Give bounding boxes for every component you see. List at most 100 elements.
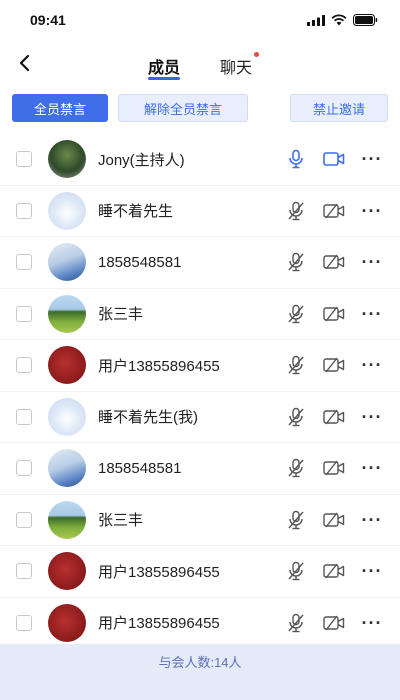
- microphone-muted-icon[interactable]: [284, 353, 308, 377]
- member-row[interactable]: 张三丰 ···: [0, 289, 400, 340]
- microphone-muted-icon[interactable]: [284, 302, 308, 326]
- status-icons: [307, 14, 378, 26]
- more-options-icon[interactable]: ···: [360, 559, 384, 583]
- member-row[interactable]: 张三丰 ···: [0, 495, 400, 546]
- microphone-icon[interactable]: [284, 147, 308, 171]
- member-checkbox[interactable]: [16, 305, 32, 322]
- microphone-muted-icon[interactable]: [284, 559, 308, 583]
- member-checkbox[interactable]: [16, 408, 32, 425]
- member-name: 用户13855896455: [98, 357, 220, 375]
- member-row[interactable]: Jony(主持人) ···: [0, 134, 400, 186]
- more-options-icon[interactable]: ···: [360, 353, 384, 377]
- camera-off-icon[interactable]: [322, 456, 346, 480]
- microphone-muted-icon[interactable]: [284, 405, 308, 429]
- member-name: 1858548581: [98, 459, 182, 477]
- camera-off-icon[interactable]: [322, 559, 346, 583]
- back-button[interactable]: [10, 48, 40, 78]
- camera-off-icon[interactable]: [322, 405, 346, 429]
- more-options-icon[interactable]: ···: [360, 147, 384, 171]
- member-row[interactable]: 1858548581 ···: [0, 443, 400, 495]
- action-row: 全员禁言 解除全员禁言 禁止邀请: [0, 86, 400, 130]
- chevron-left-icon: [19, 54, 30, 72]
- camera-off-icon[interactable]: [322, 250, 346, 274]
- avatar: [48, 346, 86, 385]
- member-name: 1858548581: [98, 253, 182, 271]
- camera-off-icon[interactable]: [322, 302, 346, 326]
- forbid-invite-button[interactable]: 禁止邀请: [290, 94, 388, 122]
- member-checkbox[interactable]: [16, 202, 32, 219]
- microphone-muted-icon[interactable]: [284, 250, 308, 274]
- tab-members[interactable]: 成员: [147, 40, 180, 90]
- wifi-icon: [331, 14, 347, 26]
- tab-chat[interactable]: 聊天: [220, 40, 260, 90]
- member-name: Jony(主持人): [98, 151, 185, 169]
- signal-icon: [307, 14, 325, 26]
- member-row[interactable]: 用户13855896455 ···: [0, 598, 400, 649]
- member-checkbox[interactable]: [16, 357, 32, 374]
- camera-off-icon[interactable]: [322, 353, 346, 377]
- member-name: 用户13855896455: [98, 563, 220, 581]
- more-options-icon[interactable]: ···: [360, 456, 384, 480]
- member-controls: ···: [284, 250, 384, 274]
- member-controls: ···: [284, 302, 384, 326]
- avatar: [48, 552, 86, 591]
- avatar: [48, 603, 86, 642]
- tab-chat-label: 聊天: [220, 60, 253, 77]
- member-checkbox[interactable]: [16, 460, 32, 477]
- member-controls: ···: [284, 405, 384, 429]
- member-checkbox[interactable]: [16, 614, 32, 631]
- microphone-muted-icon[interactable]: [284, 199, 308, 223]
- avatar: [48, 140, 86, 179]
- more-options-icon[interactable]: ···: [360, 302, 384, 326]
- member-name: 睡不着先生(我): [98, 409, 198, 427]
- member-checkbox[interactable]: [16, 254, 32, 271]
- avatar: [48, 500, 86, 539]
- camera-off-icon[interactable]: [322, 199, 346, 223]
- member-name: 睡不着先生: [98, 203, 174, 221]
- member-controls: ···: [284, 199, 384, 223]
- member-name: 张三丰: [98, 512, 144, 530]
- member-row[interactable]: 用户13855896455 ···: [0, 340, 400, 392]
- tab-bar: 成员 聊天: [0, 40, 400, 90]
- member-row[interactable]: 1858548581 ···: [0, 237, 400, 289]
- microphone-muted-icon[interactable]: [284, 611, 308, 635]
- more-options-icon[interactable]: ···: [360, 508, 384, 532]
- battery-icon: [353, 14, 378, 26]
- member-list: Jony(主持人) ··· 睡不着先生 ··· 1858548581 ··· 张三丰 ··· 用…: [0, 134, 400, 649]
- tab-active-indicator: [147, 77, 180, 80]
- avatar: [48, 294, 86, 333]
- microphone-muted-icon[interactable]: [284, 456, 308, 480]
- avatar: [48, 191, 86, 230]
- nav-bar: 成员 聊天: [0, 40, 400, 90]
- member-checkbox[interactable]: [16, 511, 32, 528]
- tab-members-label: 成员: [147, 60, 180, 77]
- more-options-icon[interactable]: ···: [360, 250, 384, 274]
- member-row[interactable]: 用户13855896455 ···: [0, 546, 400, 598]
- more-options-icon[interactable]: ···: [360, 199, 384, 223]
- member-row[interactable]: 睡不着先生(我) ···: [0, 392, 400, 443]
- mute-all-button[interactable]: 全员禁言: [12, 94, 108, 122]
- member-name: 用户13855896455: [98, 615, 220, 633]
- member-checkbox[interactable]: [16, 151, 32, 168]
- more-options-icon[interactable]: ···: [360, 611, 384, 635]
- camera-icon[interactable]: [322, 147, 346, 171]
- member-controls: ···: [284, 508, 384, 532]
- more-options-icon[interactable]: ···: [360, 405, 384, 429]
- unmute-all-button[interactable]: 解除全员禁言: [118, 94, 248, 122]
- unread-dot: [254, 52, 260, 57]
- microphone-muted-icon[interactable]: [284, 508, 308, 532]
- avatar: [48, 397, 86, 436]
- avatar: [48, 449, 86, 488]
- camera-off-icon[interactable]: [322, 611, 346, 635]
- member-name: 张三丰: [98, 306, 144, 324]
- member-checkbox[interactable]: [16, 563, 32, 580]
- member-row[interactable]: 睡不着先生 ···: [0, 186, 400, 237]
- member-controls: ···: [284, 456, 384, 480]
- member-controls: ···: [284, 611, 384, 635]
- status-bar: 09:41: [0, 0, 400, 40]
- camera-off-icon[interactable]: [322, 508, 346, 532]
- avatar: [48, 243, 86, 282]
- footer-bar: 与会人数:14人: [0, 644, 400, 700]
- attendee-count: 与会人数:14人: [158, 655, 242, 670]
- member-controls: ···: [284, 147, 384, 171]
